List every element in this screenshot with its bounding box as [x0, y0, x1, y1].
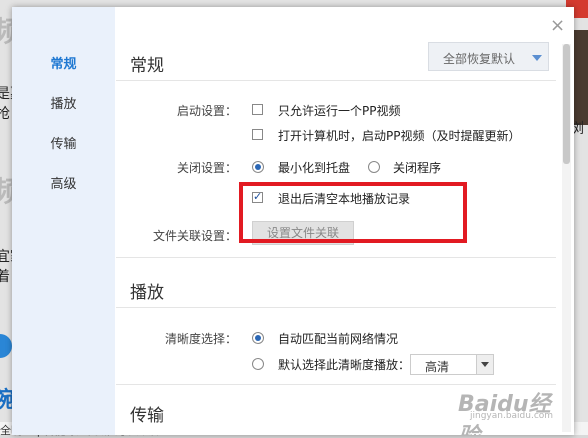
- settings-sidebar: 常规 播放 传输 高级: [12, 7, 115, 435]
- clarity-auto-radio[interactable]: [252, 332, 264, 344]
- section-title-general: 常规: [130, 56, 164, 76]
- section-title-transfer: 传输: [130, 406, 164, 426]
- restore-defaults-label: 全部恢复默认: [443, 52, 516, 66]
- sidebar-item-advanced[interactable]: 高级: [12, 173, 115, 192]
- clarity-select-value: 高清: [425, 360, 450, 374]
- sidebar-item-transfer[interactable]: 传输: [12, 133, 115, 152]
- scrollbar-thumb[interactable]: [563, 44, 570, 164]
- close-settings-label: 关闭设置：: [176, 161, 237, 175]
- startup-single-instance-checkbox[interactable]: [252, 104, 263, 115]
- clarity-auto-label[interactable]: 自动匹配当前网络情况: [278, 330, 398, 347]
- sidebar-item-general[interactable]: 常规: [12, 53, 115, 72]
- baidu-watermark: Baidu经验 jingyan.baidu.com: [458, 384, 568, 435]
- settings-dialog: 常规 播放 传输 高级 × 常规 全部恢复默认 启动设置： 只允许运行一个PP视…: [12, 7, 574, 435]
- background-text: 抢: [0, 106, 10, 122]
- watermark-subtitle: jingyan.baidu.com: [470, 411, 554, 421]
- section-title-playback: 播放: [130, 283, 164, 303]
- close-minimize-radio[interactable]: [252, 161, 264, 173]
- highlight-box: [239, 182, 467, 243]
- startup-autorun-checkbox[interactable]: [252, 129, 263, 140]
- close-minimize-label[interactable]: 最小化到托盘: [278, 159, 350, 176]
- clarity-label: 清晰度选择：: [164, 332, 237, 346]
- startup-single-instance-label[interactable]: 只允许运行一个PP视频: [278, 102, 400, 119]
- close-exit-radio[interactable]: [368, 161, 380, 173]
- divider: [116, 257, 556, 258]
- file-association-label: 文件关联设置：: [152, 229, 237, 243]
- clarity-default-label[interactable]: 默认选择此清晰度播放：: [278, 356, 410, 373]
- divider: [116, 307, 556, 308]
- close-exit-label[interactable]: 关闭程序: [393, 159, 441, 176]
- scrollbar[interactable]: [562, 44, 571, 432]
- restore-defaults-button[interactable]: 全部恢复默认: [428, 42, 549, 71]
- chevron-down-icon: [532, 55, 542, 61]
- divider: [116, 80, 556, 81]
- chevron-down-icon[interactable]: [476, 355, 493, 374]
- background-text: 着: [0, 269, 10, 285]
- sidebar-item-playback[interactable]: 播放: [12, 93, 115, 112]
- clarity-default-radio[interactable]: [252, 358, 264, 370]
- clarity-select[interactable]: 高清: [410, 354, 494, 375]
- close-icon[interactable]: ×: [550, 15, 565, 36]
- startup-autorun-label[interactable]: 打开计算机时，启动PP视频（及时提醒更新）: [278, 127, 520, 144]
- startup-settings-label: 启动设置：: [176, 104, 237, 118]
